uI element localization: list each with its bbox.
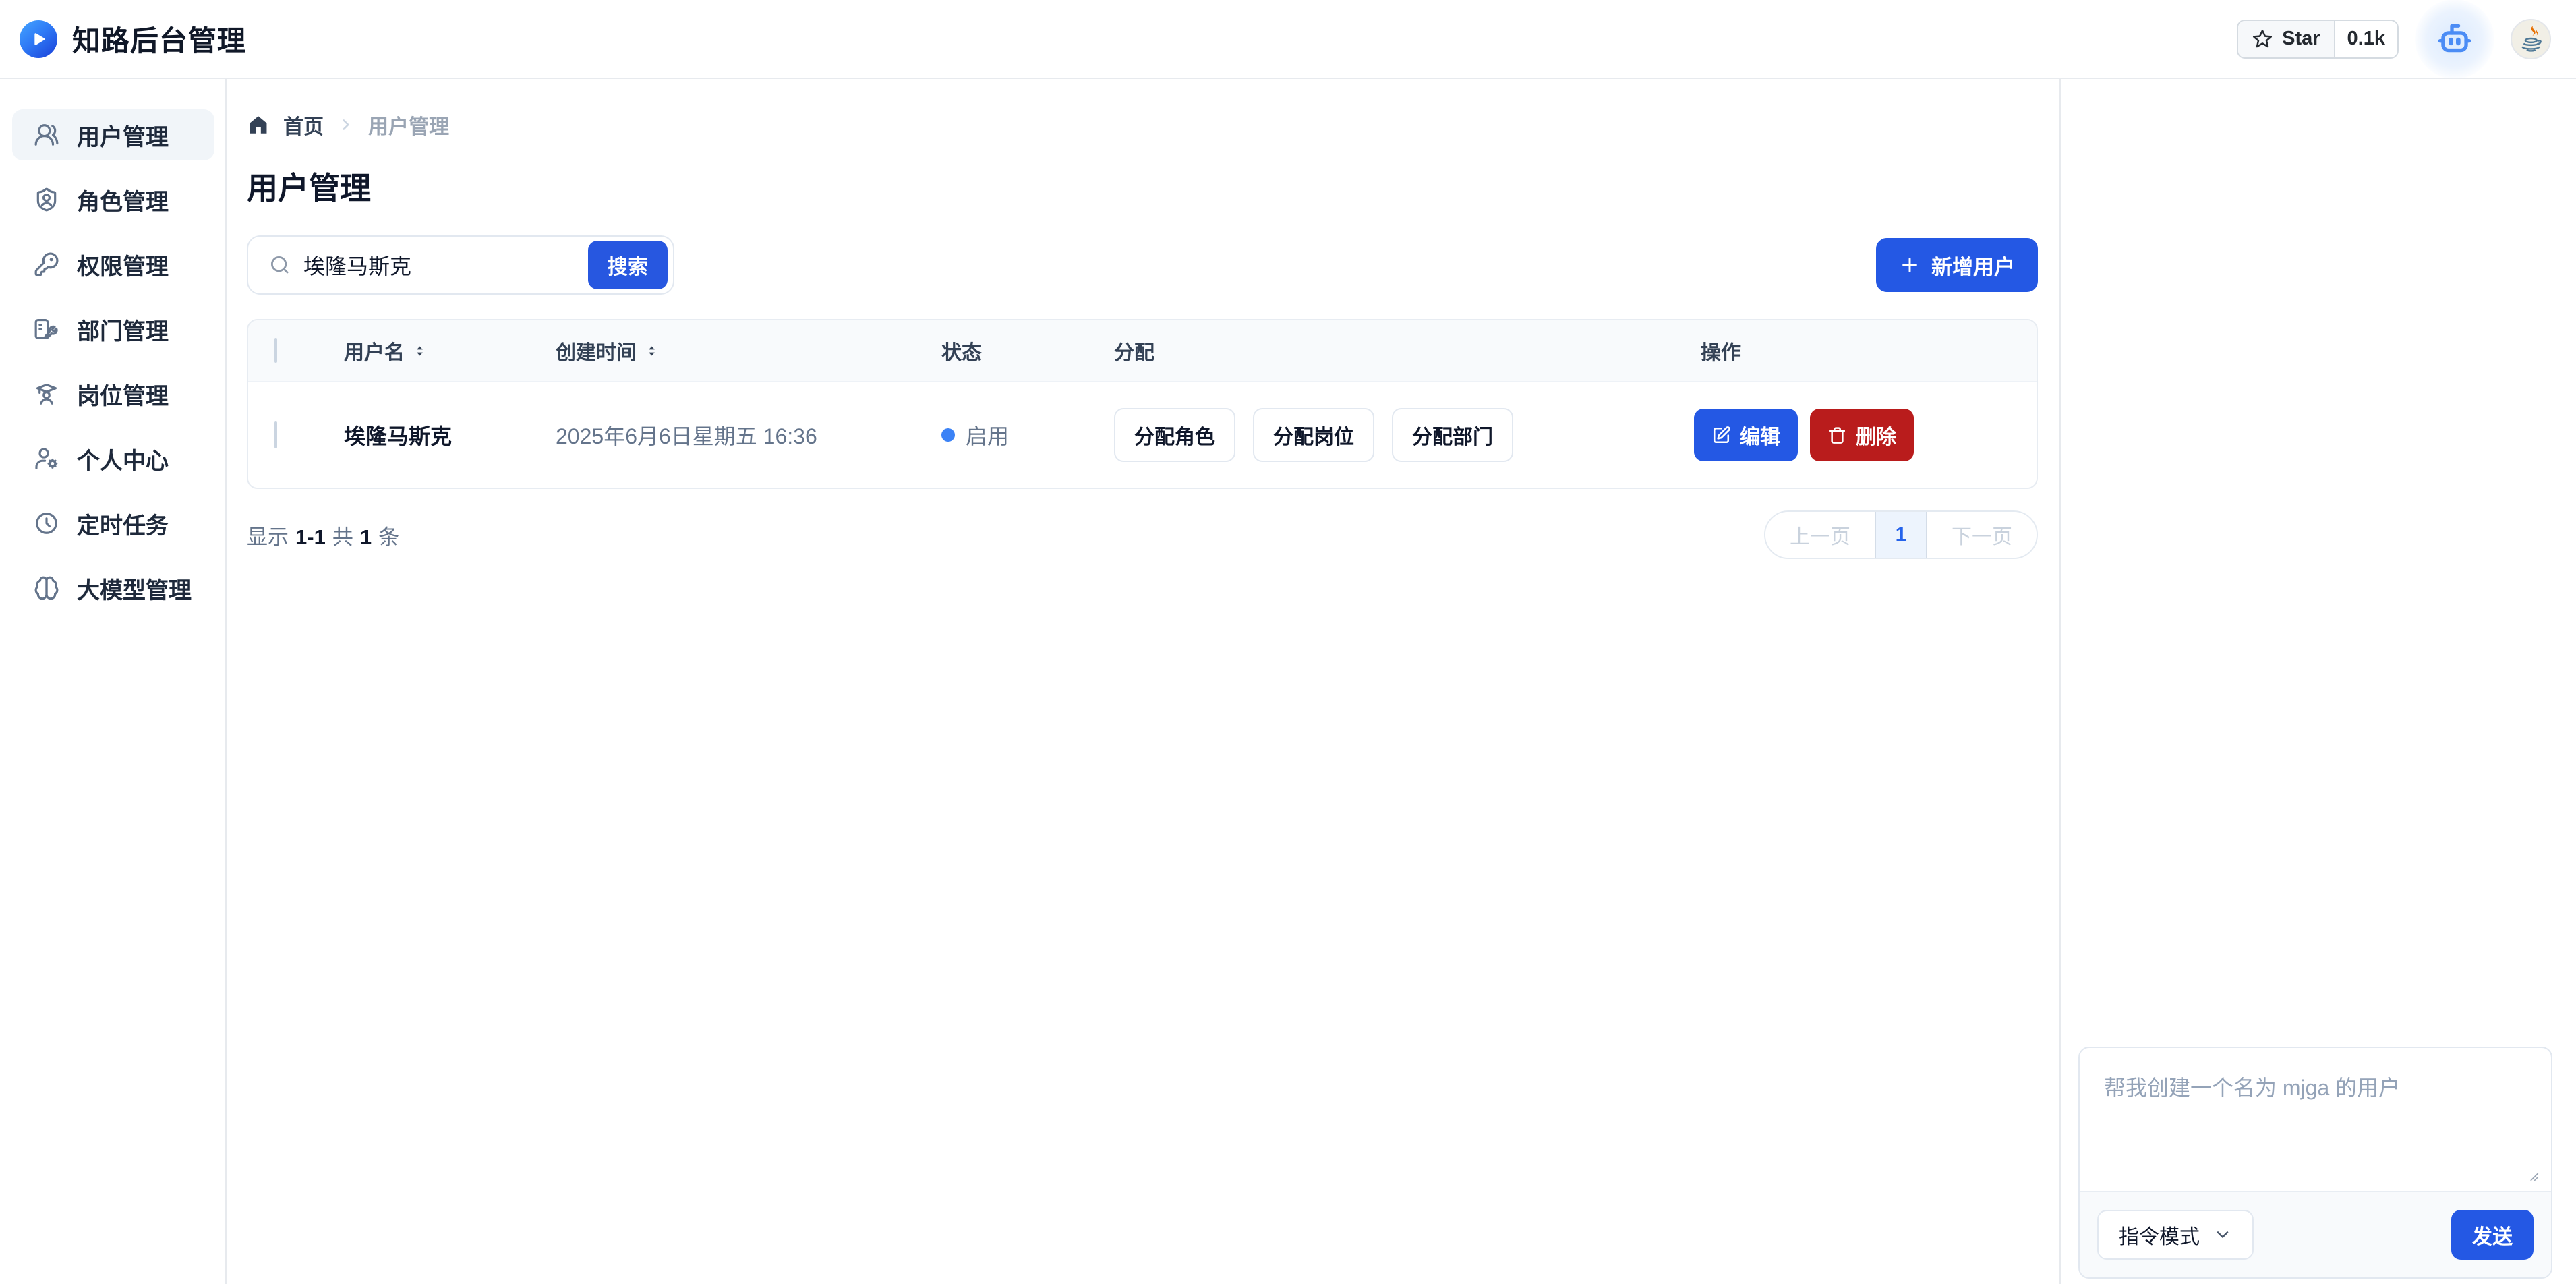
brain-icon: [34, 575, 59, 601]
edit-pencil-icon: [1711, 426, 1731, 445]
page-number-1[interactable]: 1: [1875, 512, 1927, 558]
java-logo-icon: [2513, 22, 2548, 57]
graduate-icon: [34, 381, 59, 407]
status-dot: [941, 428, 955, 442]
page-title: 用户管理: [247, 164, 2038, 208]
trash-icon: [1827, 426, 1847, 445]
sidebar-item-label: 个人中心: [77, 442, 169, 475]
add-user-button[interactable]: 新增用户: [1876, 238, 2038, 292]
column-header-assign: 分配: [1094, 336, 1633, 366]
send-button[interactable]: 发送: [2451, 1210, 2534, 1260]
sidebar-item-label: 岗位管理: [77, 378, 169, 411]
table-header-row: 用户名 创建时间 状态 分配 操作: [248, 320, 2037, 382]
app-header: 知路后台管理 Star 0.1k: [0, 0, 2576, 79]
breadcrumb-home[interactable]: 首页: [283, 110, 324, 140]
sidebar-item-positions[interactable]: 岗位管理: [12, 368, 214, 419]
sidebar-item-label: 权限管理: [77, 248, 169, 281]
main-content: 首页 用户管理 用户管理 搜索 新增用户: [227, 79, 2059, 1284]
mode-select-button[interactable]: 指令模式: [2097, 1210, 2254, 1260]
column-header-status: 状态: [921, 336, 1094, 366]
breadcrumb: 首页 用户管理: [247, 110, 2038, 140]
status-cell: 启用: [921, 419, 1094, 450]
star-count[interactable]: 0.1k: [2335, 21, 2397, 57]
sort-icon[interactable]: [645, 344, 659, 358]
sidebar-item-scheduled-tasks[interactable]: 定时任务: [12, 498, 214, 549]
sidebar-item-label: 大模型管理: [77, 572, 192, 605]
assign-position-button[interactable]: 分配岗位: [1253, 408, 1374, 462]
star-label: Star: [2282, 28, 2320, 50]
chat-input-card: 指令模式 发送: [2078, 1047, 2552, 1279]
home-icon[interactable]: [247, 113, 270, 136]
row-checkbox[interactable]: [274, 421, 277, 448]
user-name: 埃隆马斯克: [344, 419, 452, 450]
delete-button[interactable]: 删除: [1810, 409, 1914, 461]
column-header-name[interactable]: 用户名: [324, 336, 535, 366]
select-all-checkbox[interactable]: [274, 338, 277, 363]
key-icon: [34, 252, 59, 277]
toolbar: 搜索 新增用户: [247, 235, 2038, 295]
table-row: 埃隆马斯克 2025年6月6日星期五 16:36 启用 分配角色 分配岗位 分配…: [248, 382, 2037, 488]
clock-icon: [34, 510, 59, 536]
next-page-button[interactable]: 下一页: [1927, 512, 2037, 558]
star-button[interactable]: Star: [2238, 21, 2335, 57]
sidebar-item-label: 定时任务: [77, 507, 169, 540]
app-title: 知路后台管理: [72, 18, 246, 59]
chat-footer: 指令模式 发送: [2080, 1191, 2551, 1277]
resize-handle-icon[interactable]: [2525, 1168, 2540, 1183]
search-button[interactable]: 搜索: [588, 241, 668, 289]
github-star-widget[interactable]: Star 0.1k: [2237, 20, 2399, 59]
sidebar-item-permissions[interactable]: 权限管理: [12, 239, 214, 290]
assign-department-button[interactable]: 分配部门: [1392, 408, 1513, 462]
user-gear-icon: [34, 446, 59, 471]
column-header-actions: 操作: [1633, 336, 2037, 366]
prev-page-button[interactable]: 上一页: [1765, 512, 1875, 558]
search-input[interactable]: [303, 253, 576, 278]
robot-icon: [2433, 18, 2476, 61]
sidebar-item-departments[interactable]: 部门管理: [12, 303, 214, 355]
assistant-toggle[interactable]: [2415, 0, 2494, 79]
search-box: 搜索: [247, 235, 674, 295]
plus-icon: [1899, 254, 1921, 276]
sidebar-item-users[interactable]: 用户管理: [12, 109, 214, 160]
edit-button[interactable]: 编辑: [1694, 409, 1798, 461]
user-avatar[interactable]: [2511, 19, 2551, 59]
sidebar-item-roles[interactable]: 角色管理: [12, 174, 214, 225]
play-icon: [27, 28, 50, 51]
app-logo: [20, 20, 57, 58]
chat-message-input[interactable]: [2080, 1048, 2551, 1191]
breadcrumb-current: 用户管理: [368, 110, 449, 140]
assistant-panel: 指令模式 发送: [2059, 79, 2576, 1284]
column-header-created[interactable]: 创建时间: [535, 336, 921, 366]
pagination: 上一页 1 下一页: [1764, 510, 2038, 559]
chevron-right-icon: [337, 116, 355, 134]
star-icon: [2252, 28, 2273, 50]
sidebar-item-llm[interactable]: 大模型管理: [12, 562, 214, 614]
status-text: 启用: [966, 419, 1009, 450]
users-table: 用户名 创建时间 状态 分配 操作: [247, 319, 2038, 489]
sidebar: 用户管理 角色管理 权限管理 部门管理 岗位管理: [0, 79, 227, 1284]
shield-user-icon: [34, 187, 59, 212]
search-icon: [268, 254, 291, 276]
sort-icon[interactable]: [413, 344, 427, 358]
created-time: 2025年6月6日星期五 16:36: [556, 424, 817, 448]
sidebar-item-label: 角色管理: [77, 183, 169, 216]
users-icon: [34, 122, 59, 148]
sidebar-item-profile[interactable]: 个人中心: [12, 433, 214, 484]
chevron-down-icon: [2213, 1225, 2232, 1244]
panel-wrench-icon: [34, 316, 59, 342]
sidebar-item-label: 部门管理: [77, 313, 169, 346]
sidebar-item-label: 用户管理: [77, 119, 169, 152]
results-summary: 显示 1-1 共 1 条: [247, 520, 399, 550]
assign-role-button[interactable]: 分配角色: [1114, 408, 1235, 462]
table-footer: 显示 1-1 共 1 条 上一页 1 下一页: [247, 510, 2038, 559]
